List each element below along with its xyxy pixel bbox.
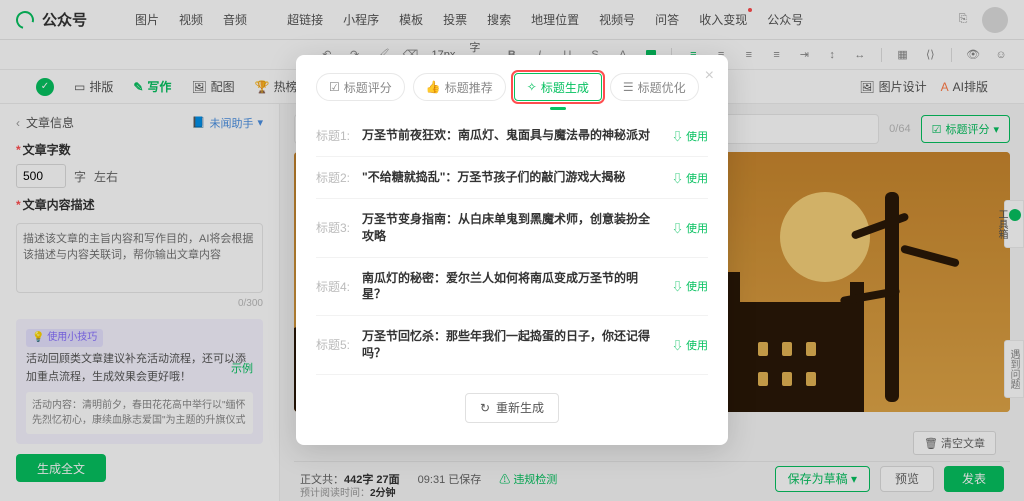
use-button[interactable]: ⇩ 使用	[672, 170, 708, 186]
row-text: 万圣节前夜狂欢：南瓜灯、鬼面具与魔法帚的神秘派对	[362, 127, 662, 144]
modal-tab-optimize[interactable]: ☰标题优化	[610, 73, 699, 101]
regenerate-button[interactable]: ↻ 重新生成	[465, 393, 559, 423]
row-index: 标题3:	[316, 219, 352, 236]
use-button[interactable]: ⇩ 使用	[672, 337, 708, 353]
title-suggestion-row: 标题3: 万圣节变身指南：从白床单鬼到黑魔术师，创意装扮全攻略 ⇩ 使用	[316, 199, 708, 258]
modal-tab-generate[interactable]: ✧标题生成	[514, 73, 602, 101]
use-button[interactable]: ⇩ 使用	[672, 128, 708, 144]
row-index: 标题5:	[316, 336, 352, 353]
row-text: "不给糖就捣乱"：万圣节孩子们的敲门游戏大揭秘	[362, 169, 662, 186]
title-suggestion-row: 标题5: 万圣节回忆杀：那些年我们一起捣蛋的日子，你还记得吗？ ⇩ 使用	[316, 316, 708, 375]
title-suggestion-row: 标题2: "不给糖就捣乱"：万圣节孩子们的敲门游戏大揭秘 ⇩ 使用	[316, 157, 708, 199]
modal-overlay: × ☑标题评分 👍标题推荐 ✧标题生成 ☰标题优化 标题1: 万圣节前夜狂欢：南瓜…	[0, 0, 1024, 501]
modal-tab-score[interactable]: ☑标题评分	[316, 73, 405, 101]
use-button[interactable]: ⇩ 使用	[672, 220, 708, 236]
row-index: 标题2:	[316, 169, 352, 186]
row-index: 标题1:	[316, 127, 352, 144]
use-button[interactable]: ⇩ 使用	[672, 278, 708, 294]
title-generator-modal: × ☑标题评分 👍标题推荐 ✧标题生成 ☰标题优化 标题1: 万圣节前夜狂欢：南瓜…	[296, 55, 728, 445]
title-suggestion-row: 标题1: 万圣节前夜狂欢：南瓜灯、鬼面具与魔法帚的神秘派对 ⇩ 使用	[316, 115, 708, 157]
modal-tab-recommend[interactable]: 👍标题推荐	[413, 73, 506, 101]
row-index: 标题4:	[316, 278, 352, 295]
row-text: 万圣节变身指南：从白床单鬼到黑魔术师，创意装扮全攻略	[362, 211, 662, 245]
row-text: 南瓜灯的秘密：爱尔兰人如何将南瓜变成万圣节的明星？	[362, 270, 662, 304]
row-text: 万圣节回忆杀：那些年我们一起捣蛋的日子，你还记得吗？	[362, 328, 662, 362]
close-icon[interactable]: ×	[705, 67, 714, 85]
title-suggestion-row: 标题4: 南瓜灯的秘密：爱尔兰人如何将南瓜变成万圣节的明星？ ⇩ 使用	[316, 258, 708, 317]
